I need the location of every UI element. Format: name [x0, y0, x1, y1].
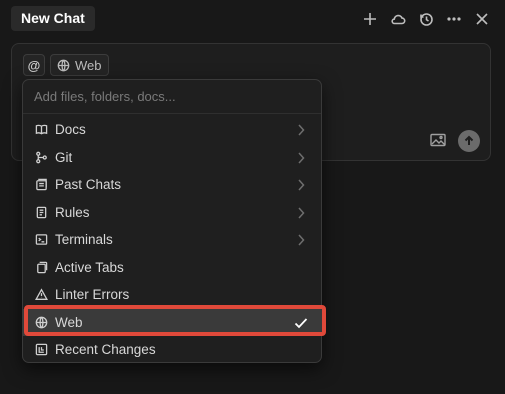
menu-item-label: Web: [55, 314, 83, 330]
context-search-input[interactable]: Add files, folders, docs...: [23, 80, 321, 114]
git-icon: [34, 150, 48, 164]
menu-item-label: Terminals: [55, 232, 113, 248]
chat-tab-title[interactable]: New Chat: [11, 6, 95, 31]
chevron-right-icon: [297, 179, 307, 191]
image-icon[interactable]: [430, 133, 446, 147]
close-icon[interactable]: [473, 10, 491, 28]
menu-item-label: Docs: [55, 122, 86, 138]
history-icon[interactable]: [417, 10, 435, 28]
chat-history-icon: [34, 178, 48, 192]
chevron-right-icon: [297, 206, 307, 219]
menu-item-label: Active Tabs: [55, 259, 124, 275]
menu-item-label: Recent Changes: [55, 342, 156, 358]
menu-item-docs[interactable]: Docs: [23, 116, 321, 144]
menu-item-label: Past Chats: [55, 177, 122, 193]
web-context-chip[interactable]: Web: [50, 54, 109, 76]
mention-button[interactable]: @: [23, 54, 45, 76]
top-bar: New Chat: [0, 0, 505, 38]
menu-item-git[interactable]: Git: [23, 144, 321, 172]
plus-icon[interactable]: [361, 10, 379, 28]
context-dropdown: Add files, folders, docs... Docs Git Pas…: [22, 79, 322, 363]
tabs-icon: [34, 260, 48, 274]
arrow-up-icon: [464, 135, 474, 145]
menu-item-recent-changes[interactable]: Recent Changes: [23, 336, 321, 364]
menu-item-rules[interactable]: Rules: [23, 199, 321, 227]
check-icon: [294, 316, 308, 330]
more-icon[interactable]: [445, 10, 463, 28]
recent-changes-icon: [34, 343, 48, 357]
send-button[interactable]: [458, 130, 480, 152]
book-icon: [34, 123, 48, 137]
rules-icon: [34, 205, 48, 219]
context-menu: Docs Git Past Chats Rules Terminals Acti…: [23, 116, 321, 364]
cloud-icon[interactable]: [389, 10, 407, 28]
menu-item-label: Linter Errors: [55, 287, 130, 303]
globe-icon: [57, 59, 70, 71]
menu-item-active-tabs[interactable]: Active Tabs: [23, 254, 321, 282]
terminal-icon: [34, 233, 48, 247]
menu-item-terminals[interactable]: Terminals: [23, 226, 321, 254]
menu-item-past-chats[interactable]: Past Chats: [23, 171, 321, 199]
warning-icon: [34, 288, 48, 302]
menu-item-linter-errors[interactable]: Linter Errors: [23, 281, 321, 309]
globe-icon: [34, 315, 48, 329]
chevron-right-icon: [297, 234, 307, 246]
top-actions: [361, 7, 491, 31]
chevron-right-icon: [297, 124, 307, 136]
menu-item-web[interactable]: Web: [23, 308, 321, 336]
menu-item-label: Git: [55, 149, 73, 165]
web-chip-label: Web: [75, 57, 102, 73]
chevron-right-icon: [297, 151, 307, 164]
menu-item-label: Rules: [55, 204, 90, 220]
